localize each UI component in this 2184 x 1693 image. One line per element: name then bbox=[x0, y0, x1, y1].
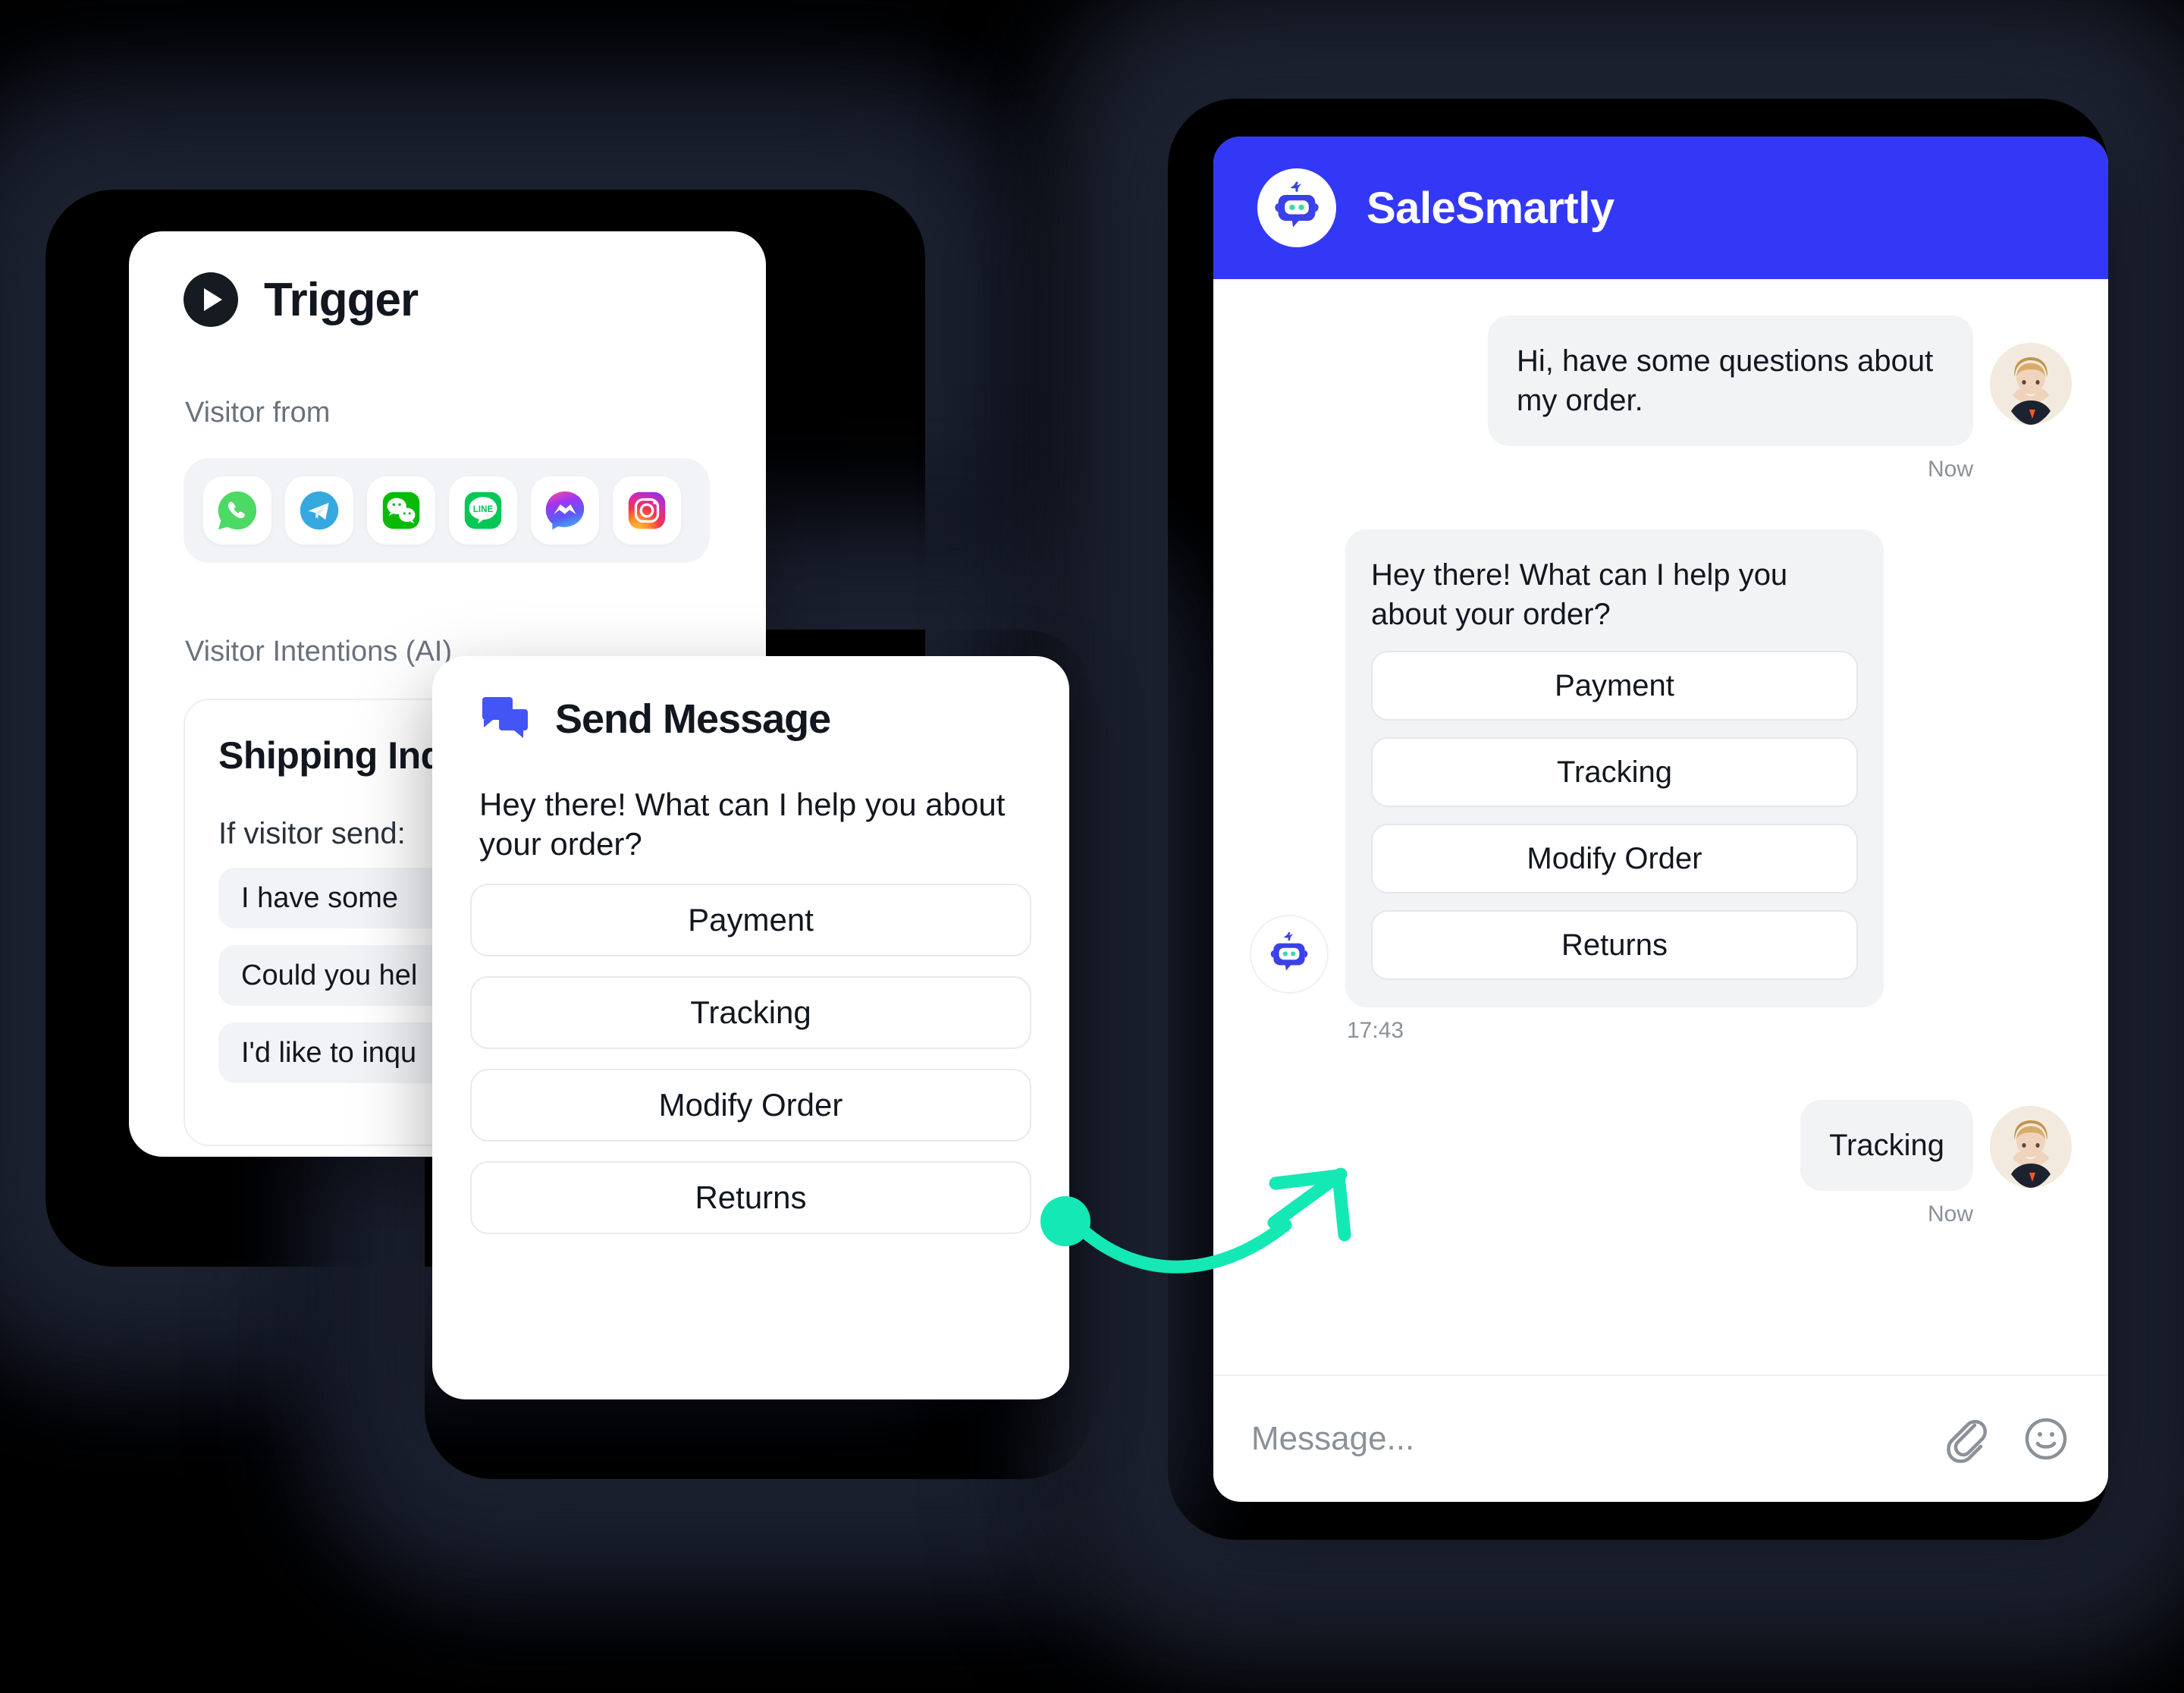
send-message-card-header: Send Message bbox=[432, 656, 1069, 743]
robot-avatar-icon bbox=[1250, 915, 1329, 994]
chat-message-bot: Hey there! What can I help you about you… bbox=[1250, 529, 2072, 1007]
wechat-icon bbox=[382, 492, 420, 529]
channel-tile-wechat[interactable] bbox=[367, 476, 435, 545]
chat-brand-name: SaleSmartly bbox=[1367, 183, 1614, 233]
send-option-modify-order[interactable]: Modify Order bbox=[470, 1069, 1031, 1142]
woman-photo-avatar bbox=[1990, 1106, 2072, 1188]
line-icon: LINE bbox=[464, 492, 502, 529]
channel-tile-messenger[interactable] bbox=[531, 476, 599, 545]
trigger-card-title: Trigger bbox=[264, 273, 419, 326]
channel-tile-telegram[interactable] bbox=[285, 476, 353, 545]
send-option-tracking[interactable]: Tracking bbox=[470, 976, 1031, 1050]
woman-photo-avatar bbox=[1990, 343, 2072, 425]
quick-reply-modify-order[interactable]: Modify Order bbox=[1371, 824, 1858, 894]
send-message-body-text: Hey there! What can I help you about you… bbox=[479, 787, 1006, 862]
chat-bubbles-icon bbox=[482, 697, 528, 738]
smiley-face-icon[interactable] bbox=[2022, 1415, 2070, 1463]
message-timestamp: Now bbox=[1927, 457, 1973, 482]
message-input[interactable]: Message... bbox=[1251, 1420, 1909, 1458]
channel-tile-whatsapp[interactable] bbox=[203, 476, 271, 545]
trigger-card-header: Trigger bbox=[129, 231, 766, 327]
visitor-from-label: Visitor from bbox=[185, 397, 331, 429]
chat-widget-header: SaleSmartly bbox=[1213, 137, 2108, 279]
robot-avatar-icon bbox=[1257, 168, 1336, 247]
chat-composer: Message... bbox=[1213, 1374, 2108, 1502]
channel-tile-instagram[interactable] bbox=[613, 476, 681, 545]
quick-reply-tracking[interactable]: Tracking bbox=[1371, 737, 1858, 807]
channel-selector-strip: LINE bbox=[184, 458, 710, 563]
whatsapp-icon bbox=[218, 491, 257, 530]
instagram-icon bbox=[628, 492, 666, 529]
quick-reply-returns[interactable]: Returns bbox=[1371, 910, 1858, 980]
message-bubble: Tracking bbox=[1800, 1100, 1973, 1191]
message-bubble: Hi, have some questions about my order. bbox=[1488, 316, 1973, 446]
channel-tile-line[interactable]: LINE bbox=[449, 476, 517, 545]
messenger-icon bbox=[545, 491, 585, 530]
bot-reply-card: Hey there! What can I help you about you… bbox=[1345, 529, 1884, 1007]
send-option-returns[interactable]: Returns bbox=[470, 1161, 1031, 1235]
paperclip-icon[interactable] bbox=[1941, 1415, 1990, 1463]
send-message-card-title: Send Message bbox=[555, 696, 831, 742]
chat-message-visitor: Hi, have some questions about my order. bbox=[1250, 316, 2072, 446]
play-circle-icon bbox=[184, 272, 238, 327]
bot-reply-text: Hey there! What can I help you about you… bbox=[1371, 558, 1788, 631]
message-timestamp: 17:43 bbox=[1347, 1018, 1404, 1043]
send-message-card: Send Message Hey there! What can I help … bbox=[432, 656, 1069, 1399]
telegram-icon bbox=[300, 491, 339, 530]
send-option-payment[interactable]: Payment bbox=[470, 884, 1031, 957]
screenshot-stage: Trigger Visitor from LINE Visitor Intent… bbox=[0, 0, 2184, 1693]
curved-arrow-connector bbox=[1040, 1167, 1351, 1274]
quick-reply-payment[interactable]: Payment bbox=[1371, 651, 1858, 721]
svg-text:LINE: LINE bbox=[473, 504, 494, 514]
